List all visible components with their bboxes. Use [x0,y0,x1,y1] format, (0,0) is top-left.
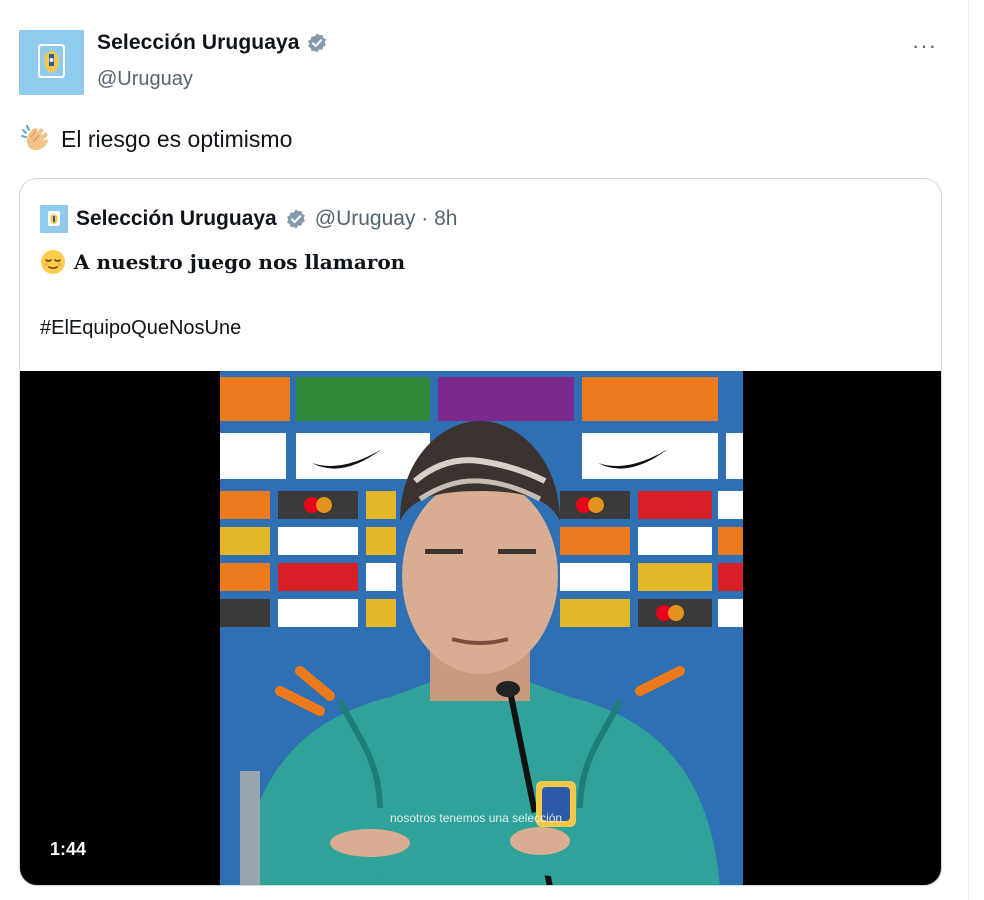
quoted-tweet-header: Selección Uruguaya @Uruguay · 8h [40,205,457,233]
hashtag-link[interactable]: #ElEquipoQueNosUne [40,317,241,340]
quoted-tweet-text-content: A nuestro juego nos llamaron [74,250,406,274]
column-divider [968,0,969,900]
clapping-hands-emoji [19,122,53,156]
tweet-text: El riesgo es optimismo [19,122,292,156]
relieved-face-emoji [40,249,66,275]
author-name[interactable]: Selección Uruguaya [97,31,300,55]
video-subtitle: nosotros tenemos una selección [390,811,563,825]
video-frame[interactable] [220,371,743,885]
more-options-icon[interactable]: ··· [912,35,942,60]
quoted-author-name[interactable]: Selección Uruguaya [76,207,277,231]
video-player[interactable]: nosotros tenemos una selección 1:44 [20,371,941,885]
quoted-verified-badge-icon [285,208,307,230]
quoted-author-avatar[interactable] [40,205,68,233]
author-avatar[interactable] [19,30,84,95]
quoted-handle-time[interactable]: @Uruguay · 8h [315,207,458,231]
author-handle[interactable]: @Uruguay [97,68,193,91]
quoted-tweet-text: A nuestro juego nos llamaron [40,249,405,275]
quoted-tweet-card[interactable]: Selección Uruguaya @Uruguay · 8h A nuest… [19,178,942,886]
verified-badge-icon [306,32,328,54]
tweet: Selección Uruguaya @Uruguay ··· El riesg… [0,0,968,900]
tweet-text-content: El riesgo es optimismo [61,125,293,152]
author-name-row[interactable]: Selección Uruguaya [97,31,328,55]
video-duration: 1:44 [46,838,91,861]
